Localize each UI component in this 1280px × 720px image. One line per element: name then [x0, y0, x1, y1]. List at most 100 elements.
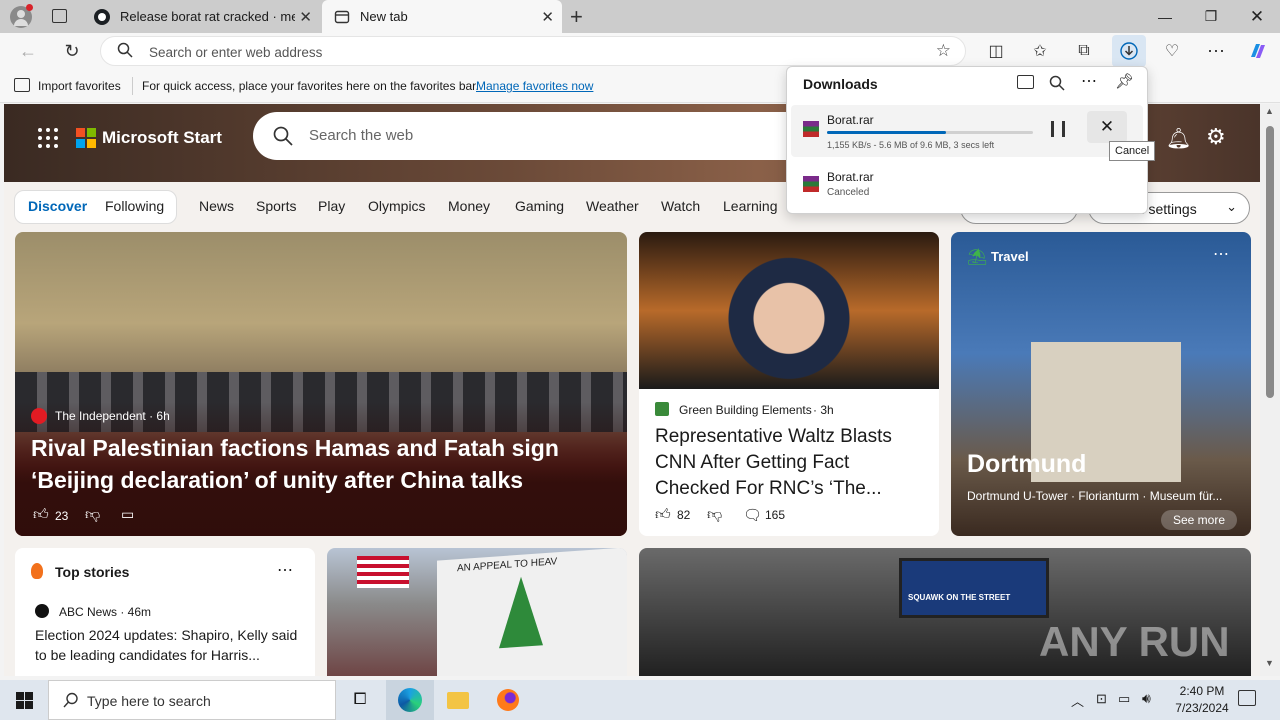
flag-banner: AN APPEAL TO HEAV: [437, 548, 627, 676]
card-more-icon[interactable]: ⋯: [277, 560, 293, 580]
close-tab-icon[interactable]: ✕: [299, 8, 312, 26]
main-news-card[interactable]: The Independent · 6h Rival Palestinian f…: [15, 232, 627, 536]
notifications-bell-icon[interactable]: 🔔︎: [1166, 126, 1191, 151]
import-favorites-button[interactable]: Import favorites: [38, 79, 121, 93]
import-favorites-icon[interactable]: [14, 78, 30, 92]
taskbar-search-box[interactable]: Type here to search: [48, 680, 336, 720]
minimize-button[interactable]: —: [1142, 0, 1188, 33]
clock-time[interactable]: 2:40 PM: [1172, 684, 1232, 698]
edge-taskbar-icon[interactable]: [386, 680, 434, 720]
start-button[interactable]: [0, 680, 48, 720]
nav-money[interactable]: Money: [448, 198, 490, 214]
travel-title: Dortmund: [967, 450, 1087, 478]
apps-grid-icon[interactable]: [38, 128, 58, 148]
close-tab-icon[interactable]: ✕: [541, 8, 554, 26]
brand-name[interactable]: Microsoft Start: [102, 128, 222, 148]
network-icon[interactable]: ⊡: [1096, 691, 1107, 707]
microsoft-logo-icon: [76, 128, 96, 148]
new-tab-button[interactable]: +: [570, 4, 583, 30]
download-item[interactable]: Borat.rar 1,155 KB/s - 5.6 MB of 9.6 MB,…: [791, 105, 1143, 157]
publisher-logo-icon: [655, 402, 669, 416]
show-hidden-icons-chevron[interactable]: ︿: [1071, 691, 1084, 710]
open-folder-icon[interactable]: [1017, 75, 1034, 89]
cancel-download-button[interactable]: ✕: [1087, 111, 1127, 143]
more-options-icon[interactable]: ⋯: [1081, 71, 1097, 91]
web-search-box[interactable]: Search the web: [253, 112, 853, 160]
top-stories-card: Top stories ⋯ ABC News · 46m Election 20…: [15, 548, 315, 676]
pause-icon[interactable]: [1051, 121, 1065, 137]
like-count: 23: [55, 509, 69, 523]
card-category: Travel: [991, 249, 1029, 264]
nav-news[interactable]: News: [199, 198, 234, 214]
tab-github[interactable]: Release borat rat cracked · mertc ✕: [82, 0, 320, 33]
nav-learning[interactable]: Learning: [723, 198, 778, 214]
address-bar[interactable]: Search or enter web address ☆: [100, 36, 966, 66]
close-window-button[interactable]: ✕: [1234, 0, 1280, 33]
tab-following[interactable]: Following: [105, 198, 164, 214]
manage-favorites-link[interactable]: Manage favorites now: [476, 79, 593, 93]
task-view-icon[interactable]: ⧠: [336, 680, 384, 720]
dislike-icon[interactable]: 👎︎: [85, 506, 100, 524]
settings-gear-icon[interactable]: ⚙: [1206, 124, 1226, 150]
volume-icon[interactable]: 🔊︎: [1142, 690, 1151, 707]
browser-essentials-icon[interactable]: ♡: [1158, 37, 1186, 65]
more-options-icon[interactable]: ⋯: [1202, 37, 1230, 65]
flag-news-card[interactable]: AN APPEAL TO HEAV: [327, 548, 627, 676]
scroll-thumb[interactable]: [1266, 126, 1274, 398]
like-icon[interactable]: 👍︎: [33, 506, 49, 524]
nav-weather[interactable]: Weather: [586, 198, 639, 214]
card-headline[interactable]: Representative Waltz Blasts CNN After Ge…: [655, 424, 925, 502]
travel-card[interactable]: ⛱ Travel ⋯ Dortmund Dortmund U-Tower · F…: [951, 232, 1251, 536]
scroll-down-arrow[interactable]: ▼: [1265, 658, 1274, 668]
comment-icon[interactable]: 🗨︎: [743, 506, 762, 524]
dislike-icon[interactable]: 👎︎: [707, 506, 722, 524]
hide-story-icon[interactable]: ▭: [121, 506, 134, 523]
tv-banner-text: SQUAWK ON THE STREET: [908, 593, 1011, 602]
notification-center-icon[interactable]: [1238, 690, 1256, 706]
card-headline[interactable]: Rival Palestinian factions Hamas and Fat…: [31, 432, 591, 496]
like-icon[interactable]: 👍︎: [655, 506, 671, 524]
favorites-icon[interactable]: ✩: [1026, 37, 1054, 65]
market-news-card[interactable]: SQUAWK ON THE STREET ANY RUN: [639, 548, 1251, 676]
see-more-button[interactable]: See more: [1161, 510, 1238, 530]
nav-watch[interactable]: Watch: [661, 198, 700, 214]
search-downloads-icon[interactable]: [1049, 75, 1065, 96]
fire-icon: [31, 563, 43, 579]
split-screen-icon[interactable]: ◫: [982, 37, 1010, 65]
top-stories-header[interactable]: Top stories: [55, 564, 129, 580]
card-photo: [639, 232, 939, 389]
refresh-button[interactable]: ↻: [58, 37, 86, 65]
back-button[interactable]: ←: [14, 37, 42, 65]
download-progress-fill: [827, 131, 947, 134]
travel-icon: ⛱: [967, 249, 988, 266]
scroll-up-arrow[interactable]: ▲: [1265, 106, 1274, 116]
copilot-icon[interactable]: [1244, 37, 1272, 65]
restore-button[interactable]: ❐: [1188, 0, 1234, 33]
download-item[interactable]: Borat.rar Canceled: [791, 163, 1143, 203]
file-explorer-icon[interactable]: [434, 680, 482, 720]
card-more-icon[interactable]: ⋯: [1213, 244, 1229, 264]
windows-logo-icon: [15, 691, 33, 709]
nav-play[interactable]: Play: [318, 198, 345, 214]
taskbar-search-placeholder: Type here to search: [87, 693, 211, 709]
banner-text: AN APPEAL TO HEAV: [457, 556, 558, 575]
download-filename: Borat.rar: [827, 170, 874, 184]
display-icon[interactable]: ▭: [1118, 691, 1130, 707]
clock-date[interactable]: 7/23/2024: [1166, 701, 1238, 715]
downloads-icon[interactable]: [1112, 35, 1146, 67]
tab-discover[interactable]: Discover: [28, 198, 87, 214]
tab-new-tab[interactable]: New tab ✕: [322, 0, 562, 33]
collections-icon[interactable]: ⧉: [1070, 37, 1098, 65]
profile-avatar[interactable]: [10, 4, 33, 28]
pin-icon[interactable]: 📌︎: [1115, 72, 1134, 90]
favorite-star-icon[interactable]: ☆: [936, 41, 951, 61]
story-headline[interactable]: Election 2024 updates: Shapiro, Kelly sa…: [35, 625, 300, 665]
news-card-waltz[interactable]: Green Building Elements · 3h Representat…: [639, 232, 939, 536]
tab-actions-icon[interactable]: [52, 9, 67, 23]
nav-olympics[interactable]: Olympics: [368, 198, 426, 214]
page-scrollbar[interactable]: ▲ ▼: [1260, 104, 1280, 676]
windows-taskbar: Type here to search ⧠ ︿ ⊡ ▭ 🔊︎ 2:40 PM 7…: [0, 680, 1280, 720]
firefox-icon[interactable]: [484, 680, 532, 720]
nav-sports[interactable]: Sports: [256, 198, 296, 214]
nav-gaming[interactable]: Gaming: [515, 198, 564, 214]
